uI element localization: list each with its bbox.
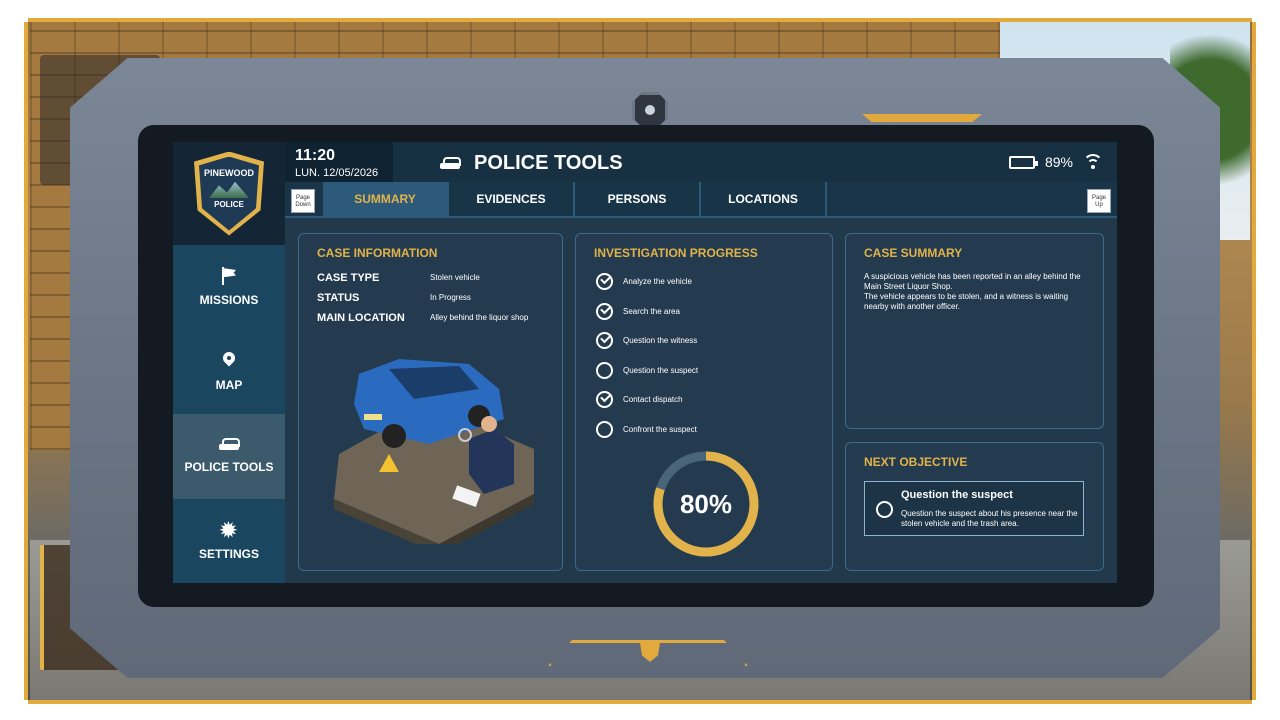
task-label: Search the area (623, 306, 680, 316)
badge-top-text: PINEWOOD (203, 168, 254, 178)
sidebar-item-label: MAP (215, 377, 243, 392)
case-summary-title: CASE SUMMARY (864, 246, 963, 260)
task-item: Question the suspect (596, 361, 699, 379)
map-pin-icon (220, 352, 238, 370)
police-badge-icon: PINEWOOD POLICE (194, 151, 264, 236)
info-row-status: STATUS In Progress (317, 292, 471, 304)
tab-summary[interactable]: SUMMARY (323, 182, 449, 216)
police-logo: PINEWOOD POLICE (173, 142, 285, 245)
task-item: Contact dispatch (596, 391, 683, 409)
car-icon (219, 438, 240, 452)
battery-icon (1008, 155, 1038, 169)
crime-scene-illustration (334, 359, 534, 544)
camera-icon (632, 92, 668, 128)
sidebar: MISSIONS MAP POLICE TOOLS SETTINGS (173, 245, 285, 583)
page-up-button[interactable]: Page Up (1087, 189, 1111, 213)
badge-bottom-text: POLICE (214, 200, 244, 209)
objective-description: Question the suspect about his presence … (901, 509, 1078, 528)
tablet-screen: PINEWOOD POLICE 11:20 LUN. 12/05/2026 PO… (173, 142, 1117, 583)
case-information-title: CASE INFORMATION (317, 246, 438, 260)
task-label: Analyze the vehicle (623, 277, 692, 286)
task-item: Confront the suspect (596, 421, 697, 438)
tab-locations[interactable]: LOCATIONS (701, 182, 827, 216)
summary-content: CASE INFORMATION CASE TYPE Stolen vehicl… (285, 218, 1117, 583)
case-information-panel: CASE INFORMATION CASE TYPE Stolen vehicl… (298, 233, 563, 571)
case-summary-panel: CASE SUMMARY A suspicious vehicle has be… (845, 233, 1104, 429)
tabs: SUMMARY EVIDENCES PERSONS LOCATIONS (323, 182, 827, 216)
investigation-progress-title: INVESTIGATION PROGRESS (594, 246, 758, 260)
info-row-case-type: CASE TYPE Stolen vehicle (317, 272, 480, 284)
sidebar-item-map[interactable]: MAP (173, 330, 285, 415)
time: 11:20 (295, 147, 336, 164)
info-row-main-location: MAIN LOCATION Alley behind the liquor sh… (317, 312, 529, 324)
sidebar-item-label: POLICE TOOLS (184, 460, 274, 475)
app-title-text: POLICE TOOLS (474, 152, 623, 174)
page-down-button[interactable]: Page Down (291, 189, 315, 213)
next-objective-title: NEXT OBJECTIVE (864, 455, 968, 469)
objective-card[interactable]: Question the suspect Question the suspec… (864, 481, 1084, 536)
tab-bar: Page Down SUMMARY EVIDENCES PERSONS LOCATIO… (285, 182, 1117, 218)
sidebar-item-label: MISSIONS (199, 293, 259, 308)
empty-circle-icon (596, 361, 613, 379)
top-bar: 11:20 LUN. 12/05/2026 POLICE TOOLS 89% (285, 142, 1117, 182)
mountain-icon (209, 181, 249, 198)
tablet-gold-strip (862, 114, 982, 122)
sidebar-item-police-tools[interactable]: POLICE TOOLS (173, 414, 285, 499)
task-item: Question the witness (596, 332, 698, 350)
check-circle-icon (596, 332, 613, 350)
flag-icon (220, 267, 238, 286)
next-objective-panel: NEXT OBJECTIVE Question the suspect Ques… (845, 442, 1104, 571)
sidebar-item-settings[interactable]: SETTINGS (173, 499, 285, 584)
app-title: POLICE TOOLS (440, 152, 623, 175)
tab-persons[interactable]: PERSONS (575, 182, 701, 216)
investigation-progress-panel: INVESTIGATION PROGRESS Analyze the vehic… (575, 233, 833, 571)
progress-percent: 80% (679, 488, 733, 519)
progress-donut: 80% (651, 449, 761, 559)
check-circle-icon (596, 302, 613, 320)
objective-checkbox (876, 501, 893, 518)
task-label: Question the suspect (623, 365, 699, 375)
tab-evidences[interactable]: EVIDENCES (449, 182, 575, 216)
battery-percent: 89% (1044, 154, 1073, 170)
car-icon (440, 156, 461, 171)
case-summary-text: A suspicious vehicle has been reported i… (864, 272, 1081, 311)
task-item: Analyze the vehicle (596, 273, 692, 290)
empty-circle-icon (596, 421, 613, 438)
check-circle-icon (596, 391, 613, 409)
gear-icon (220, 518, 238, 543)
date: LUN. 12/05/2026 (295, 167, 379, 179)
sidebar-item-label: SETTINGS (198, 546, 259, 561)
task-item: Search the area (596, 302, 680, 320)
task-label: Question the witness (623, 336, 698, 346)
check-circle-icon (596, 273, 613, 290)
wifi-icon (1083, 154, 1103, 170)
sidebar-item-missions[interactable]: MISSIONS (173, 245, 285, 330)
clock: 11:20 LUN. 12/05/2026 (285, 142, 393, 182)
device-status: 89% (1008, 154, 1103, 170)
task-label: Confront the suspect (623, 425, 697, 434)
task-label: Contact dispatch (623, 395, 683, 405)
objective-title: Question the suspect (901, 489, 1013, 501)
